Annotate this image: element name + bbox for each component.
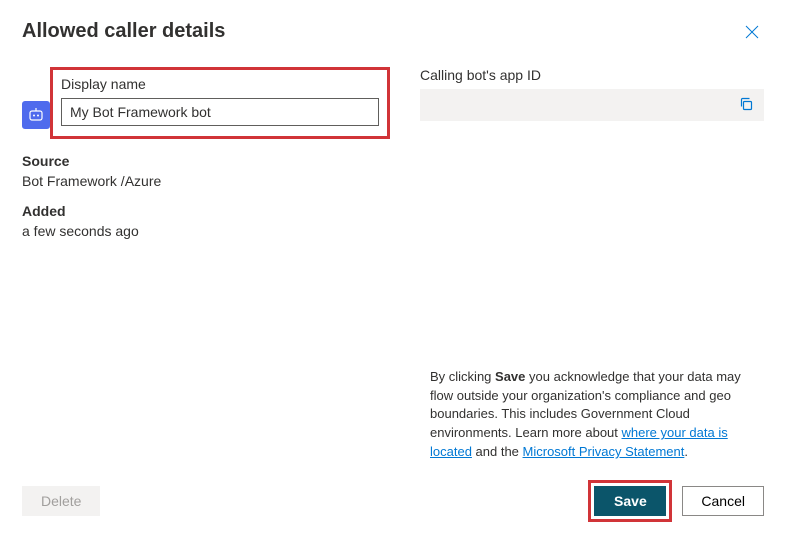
delete-button[interactable]: Delete: [22, 486, 100, 516]
close-button[interactable]: [740, 20, 764, 47]
source-value: Bot Framework /Azure: [22, 173, 390, 189]
added-block: Added a few seconds ago: [22, 203, 390, 239]
footer-bar: Delete Save Cancel: [22, 480, 764, 522]
content-columns: Display name Source Bot Framework /Azure…: [22, 67, 764, 253]
privacy-statement-link[interactable]: Microsoft Privacy Statement: [523, 444, 685, 459]
disclaimer-text: By clicking Save you acknowledge that yo…: [430, 368, 764, 462]
app-id-row: [420, 89, 764, 121]
disclaimer-bold: Save: [495, 369, 525, 384]
left-column: Display name Source Bot Framework /Azure…: [22, 67, 390, 253]
source-block: Source Bot Framework /Azure: [22, 153, 390, 189]
disclaimer-end: .: [684, 444, 688, 459]
display-name-label: Display name: [61, 76, 379, 92]
disclaimer-pre: By clicking: [430, 369, 495, 384]
footer-right: Save Cancel: [588, 480, 764, 522]
panel-title: Allowed caller details: [22, 20, 225, 43]
disclaimer-and: and the: [472, 444, 523, 459]
app-id-label: Calling bot's app ID: [420, 67, 764, 83]
display-name-input[interactable]: [61, 98, 379, 126]
save-button[interactable]: Save: [594, 486, 666, 516]
copy-icon: [738, 96, 754, 115]
added-value: a few seconds ago: [22, 223, 390, 239]
right-column: Calling bot's app ID: [420, 67, 764, 253]
bot-icon: [22, 101, 50, 129]
panel-header: Allowed caller details: [22, 20, 764, 47]
close-icon: [744, 28, 760, 43]
copy-button[interactable]: [728, 89, 764, 121]
app-id-field[interactable]: [420, 89, 728, 121]
display-name-highlight: Display name: [50, 67, 390, 139]
added-label: Added: [22, 203, 390, 219]
display-name-row: Display name: [22, 67, 390, 139]
save-highlight: Save: [588, 480, 672, 522]
cancel-button[interactable]: Cancel: [682, 486, 764, 516]
source-label: Source: [22, 153, 390, 169]
